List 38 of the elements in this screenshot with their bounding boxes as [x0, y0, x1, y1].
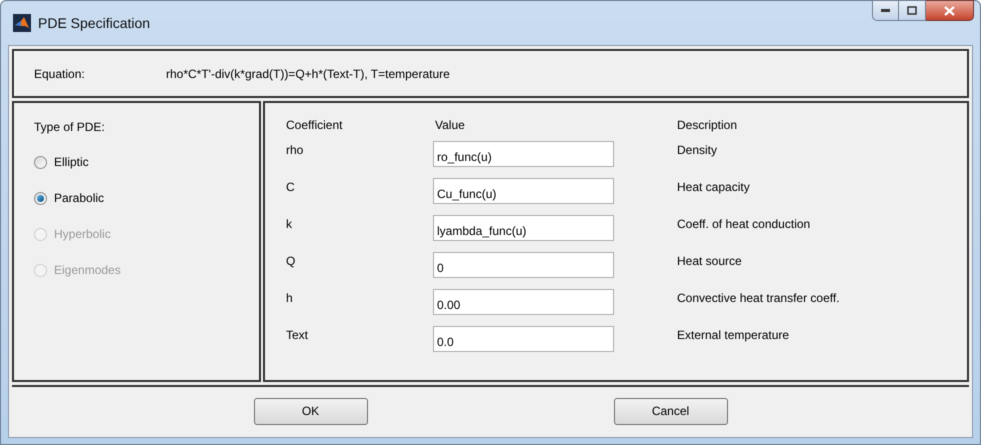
- description-text: Heat capacity: [677, 179, 750, 196]
- close-button[interactable]: [926, 0, 974, 21]
- maximize-button[interactable]: [899, 0, 926, 21]
- dialog-button[interactable]: OK: [254, 398, 368, 424]
- radio-label[interactable]: Elliptic: [54, 153, 89, 171]
- dialog-button[interactable]: Cancel: [614, 398, 728, 424]
- value-field[interactable]: ro_func(u): [433, 141, 614, 167]
- window-title: PDE Specification: [38, 14, 150, 33]
- pde-type-label: Type of PDE:: [34, 119, 105, 136]
- radio-button[interactable]: [34, 192, 47, 204]
- coefficient-name: rho: [286, 142, 304, 159]
- value-field[interactable]: lyambda_func(u): [433, 215, 614, 241]
- maximize-icon: [907, 6, 917, 15]
- description-text: Convective heat transfer coeff.: [677, 290, 840, 307]
- description-text: Heat source: [677, 253, 742, 270]
- coefficient-name: C: [286, 179, 296, 196]
- column-header: Description: [677, 117, 738, 132]
- app-logo-icon: [13, 14, 31, 32]
- close-icon: [944, 6, 955, 16]
- value-field[interactable]: 0.00: [433, 289, 614, 315]
- equation-text: rho*C*T'-div(k*grad(T))=Q+h*(Text-T), T=temperature: [166, 66, 450, 82]
- radio-label[interactable]: Parabolic: [54, 189, 104, 207]
- column-header: Coefficient: [286, 117, 344, 132]
- coefficient-name: k: [286, 216, 293, 233]
- value-field[interactable]: 0: [433, 252, 614, 278]
- equation-label: Equation:: [34, 66, 86, 82]
- value-field[interactable]: 0.0: [433, 326, 614, 352]
- radio-button[interactable]: [34, 156, 47, 168]
- column-header: Value: [434, 117, 466, 132]
- description-text: Coeff. of heat conduction: [677, 216, 810, 233]
- description-text: Density: [677, 142, 718, 159]
- description-text: External temperature: [677, 327, 790, 344]
- value-field[interactable]: Cu_func(u): [433, 178, 614, 204]
- coefficient-name: h: [286, 290, 294, 307]
- coefficient-name: Q: [286, 253, 296, 270]
- minimize-icon: [881, 9, 890, 12]
- minimize-button[interactable]: [872, 0, 899, 21]
- coefficient-name: Text: [286, 327, 310, 344]
